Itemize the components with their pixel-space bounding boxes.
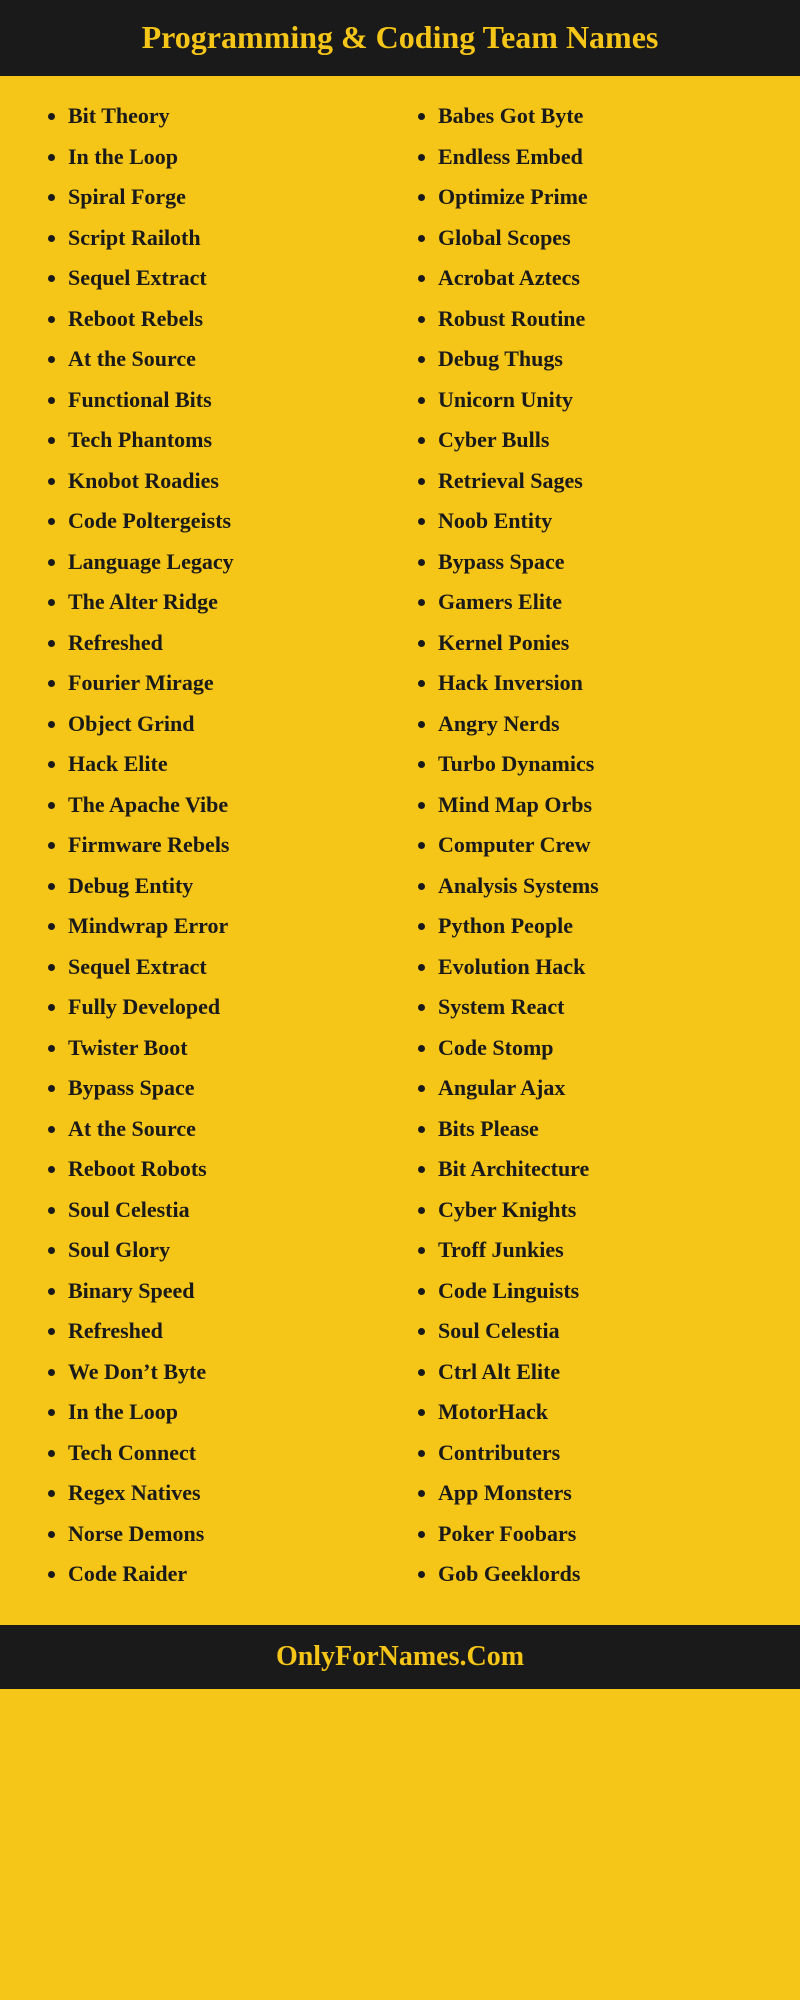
list-item: In the Loop bbox=[68, 137, 390, 178]
list-item: Gamers Elite bbox=[438, 582, 760, 623]
list-item: Bit Architecture bbox=[438, 1149, 760, 1190]
list-item: Soul Celestia bbox=[438, 1311, 760, 1352]
list-item: Soul Glory bbox=[68, 1230, 390, 1271]
list-item: Debug Entity bbox=[68, 866, 390, 907]
list-item: Robust Routine bbox=[438, 299, 760, 340]
list-item: Bits Please bbox=[438, 1109, 760, 1150]
list-item: Soul Celestia bbox=[68, 1190, 390, 1231]
list-item: Babes Got Byte bbox=[438, 96, 760, 137]
list-item: Mind Map Orbs bbox=[438, 785, 760, 826]
list-item: Kernel Ponies bbox=[438, 623, 760, 664]
page-footer: OnlyForNames.Com bbox=[0, 1625, 800, 1689]
list-item: Code Stomp bbox=[438, 1028, 760, 1069]
list-item: Angry Nerds bbox=[438, 704, 760, 745]
list-item: Object Grind bbox=[68, 704, 390, 745]
list-item: App Monsters bbox=[438, 1473, 760, 1514]
list-item: Noob Entity bbox=[438, 501, 760, 542]
list-item: Debug Thugs bbox=[438, 339, 760, 380]
list-item: Norse Demons bbox=[68, 1514, 390, 1555]
list-item: Knobot Roadies bbox=[68, 461, 390, 502]
list-item: Ctrl Alt Elite bbox=[438, 1352, 760, 1393]
list-item: Tech Phantoms bbox=[68, 420, 390, 461]
list-item: At the Source bbox=[68, 1109, 390, 1150]
list-item: Sequel Extract bbox=[68, 947, 390, 988]
list-item: Turbo Dynamics bbox=[438, 744, 760, 785]
list-item: Gob Geeklords bbox=[438, 1554, 760, 1595]
list-item: Code Linguists bbox=[438, 1271, 760, 1312]
list-item: Reboot Robots bbox=[68, 1149, 390, 1190]
list-item: Unicorn Unity bbox=[438, 380, 760, 421]
list-item: Troff Junkies bbox=[438, 1230, 760, 1271]
list-item: Twister Boot bbox=[68, 1028, 390, 1069]
page-header: Programming & Coding Team Names bbox=[0, 0, 800, 76]
list-item: In the Loop bbox=[68, 1392, 390, 1433]
list-item: Hack Elite bbox=[68, 744, 390, 785]
list-item: Cyber Bulls bbox=[438, 420, 760, 461]
list-item: Evolution Hack bbox=[438, 947, 760, 988]
list-item: Refreshed bbox=[68, 1311, 390, 1352]
list-item: System React bbox=[438, 987, 760, 1028]
left-column: Bit TheoryIn the LoopSpiral ForgeScript … bbox=[30, 96, 400, 1595]
list-item: Retrieval Sages bbox=[438, 461, 760, 502]
list-item: Tech Connect bbox=[68, 1433, 390, 1474]
right-column: Babes Got ByteEndless EmbedOptimize Prim… bbox=[400, 96, 770, 1595]
list-item: MotorHack bbox=[438, 1392, 760, 1433]
list-item: Mindwrap Error bbox=[68, 906, 390, 947]
list-item: Angular Ajax bbox=[438, 1068, 760, 1109]
list-item: Hack Inversion bbox=[438, 663, 760, 704]
list-item: Cyber Knights bbox=[438, 1190, 760, 1231]
list-item: Code Poltergeists bbox=[68, 501, 390, 542]
list-item: Poker Foobars bbox=[438, 1514, 760, 1555]
list-item: Firmware Rebels bbox=[68, 825, 390, 866]
list-item: Fully Developed bbox=[68, 987, 390, 1028]
list-item: We Don’t Byte bbox=[68, 1352, 390, 1393]
list-item: At the Source bbox=[68, 339, 390, 380]
list-item: Global Scopes bbox=[438, 218, 760, 259]
columns-container: Bit TheoryIn the LoopSpiral ForgeScript … bbox=[30, 96, 770, 1595]
list-item: The Apache Vibe bbox=[68, 785, 390, 826]
list-item: Bypass Space bbox=[68, 1068, 390, 1109]
page-title: Programming & Coding Team Names bbox=[20, 18, 780, 56]
list-item: Acrobat Aztecs bbox=[438, 258, 760, 299]
footer-text: OnlyForNames.Com bbox=[20, 1641, 780, 1673]
list-item: Refreshed bbox=[68, 623, 390, 664]
list-item: Sequel Extract bbox=[68, 258, 390, 299]
list-item: Endless Embed bbox=[438, 137, 760, 178]
list-item: Regex Natives bbox=[68, 1473, 390, 1514]
list-item: Computer Crew bbox=[438, 825, 760, 866]
list-item: Language Legacy bbox=[68, 542, 390, 583]
list-item: Script Railoth bbox=[68, 218, 390, 259]
right-list: Babes Got ByteEndless EmbedOptimize Prim… bbox=[410, 96, 760, 1595]
list-item: Binary Speed bbox=[68, 1271, 390, 1312]
list-item: Spiral Forge bbox=[68, 177, 390, 218]
list-item: Code Raider bbox=[68, 1554, 390, 1595]
list-item: Bit Theory bbox=[68, 96, 390, 137]
list-item: Python People bbox=[438, 906, 760, 947]
left-list: Bit TheoryIn the LoopSpiral ForgeScript … bbox=[40, 96, 390, 1595]
list-item: The Alter Ridge bbox=[68, 582, 390, 623]
list-item: Fourier Mirage bbox=[68, 663, 390, 704]
list-item: Bypass Space bbox=[438, 542, 760, 583]
content-area: Bit TheoryIn the LoopSpiral ForgeScript … bbox=[0, 76, 800, 1615]
list-item: Optimize Prime bbox=[438, 177, 760, 218]
list-item: Functional Bits bbox=[68, 380, 390, 421]
list-item: Reboot Rebels bbox=[68, 299, 390, 340]
list-item: Contributers bbox=[438, 1433, 760, 1474]
list-item: Analysis Systems bbox=[438, 866, 760, 907]
